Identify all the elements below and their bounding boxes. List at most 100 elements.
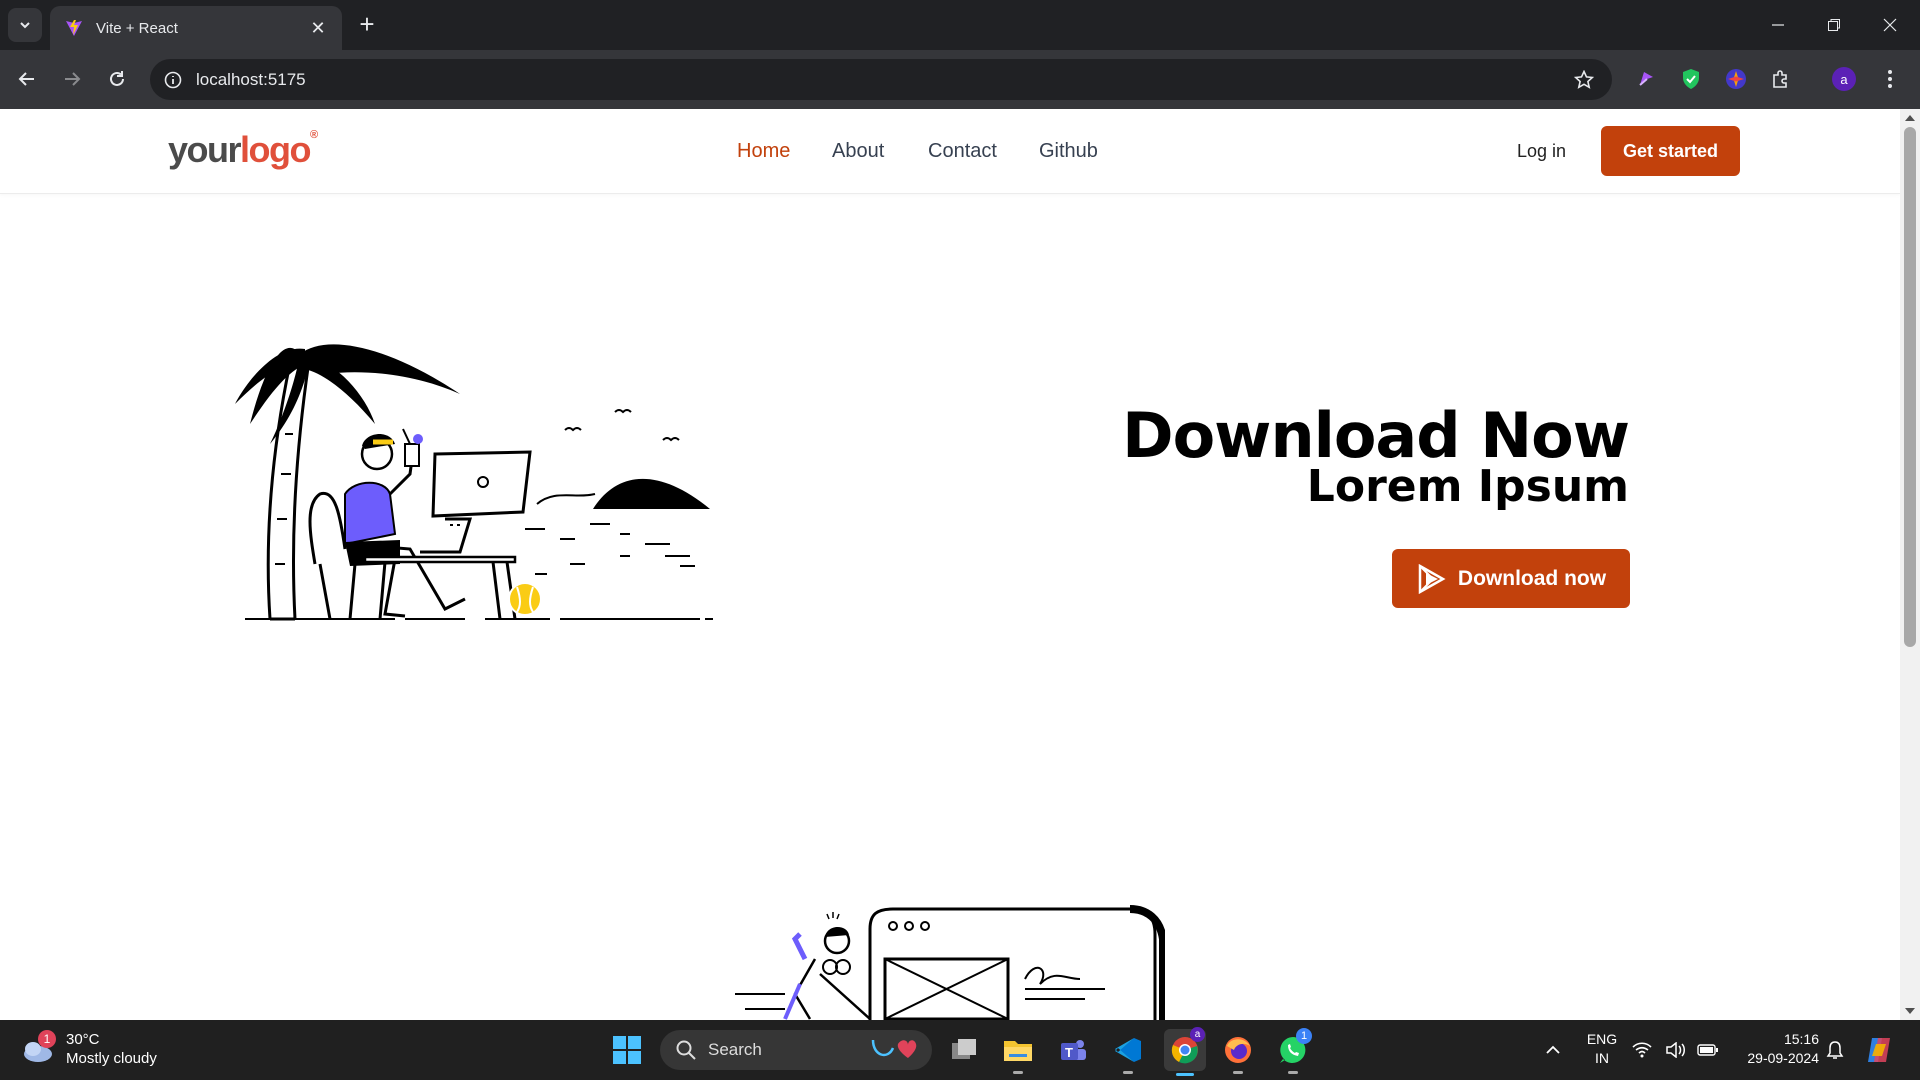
folder-icon	[1004, 1041, 1032, 1061]
restore-button[interactable]	[1806, 0, 1862, 50]
weather-temp: 30°C	[66, 1031, 100, 1048]
back-button[interactable]	[10, 62, 44, 96]
download-now-button[interactable]: Download now	[1392, 549, 1630, 608]
puzzle-icon	[1773, 70, 1787, 88]
browser-menu-button[interactable]	[1878, 63, 1902, 95]
avatar: a	[1832, 67, 1856, 91]
running-indicator	[1013, 1071, 1023, 1074]
page-scrollbar[interactable]	[1900, 109, 1920, 1020]
clock[interactable]: 15:16 29-09-2024	[1733, 1030, 1819, 1068]
wifi-status[interactable]	[1628, 1031, 1656, 1069]
notifications-button[interactable]	[1818, 1031, 1852, 1069]
battery-icon	[1697, 1044, 1718, 1056]
svg-text:T: T	[1065, 1045, 1073, 1060]
reload-icon	[110, 71, 124, 86]
browser-chrome: Vite + React ✕ + localhost:5175 a	[0, 0, 1920, 109]
bookmark-star-icon[interactable]	[1574, 69, 1594, 90]
task-view-icon	[952, 1039, 976, 1059]
bell-icon	[1826, 1041, 1844, 1059]
close-tab-icon[interactable]: ✕	[308, 18, 328, 39]
chrome-profile-badge: a	[1190, 1027, 1205, 1042]
logo-logo: logo	[240, 129, 311, 170]
developer-browser-illustration	[735, 905, 1165, 1020]
chevron-down-icon	[20, 22, 30, 29]
arrow-right-icon	[65, 72, 81, 86]
browser-tab[interactable]: Vite + React ✕	[50, 6, 342, 50]
whatsapp-badge: 1	[1296, 1028, 1312, 1044]
logo-your: your	[168, 129, 242, 170]
login-link[interactable]: Log in	[1517, 141, 1566, 162]
taskbar-search[interactable]: Search	[660, 1030, 932, 1070]
search-placeholder: Search	[708, 1040, 762, 1059]
download-now-label: Download now	[1457, 566, 1607, 590]
nav-about[interactable]: About	[832, 140, 884, 163]
more-vertical-icon	[1888, 70, 1892, 88]
language-code: ENG	[1586, 1031, 1618, 1047]
active-indicator	[1176, 1073, 1194, 1076]
shield-icon	[1683, 69, 1699, 89]
minimize-icon	[1772, 24, 1784, 26]
battery-status[interactable]	[1694, 1031, 1722, 1069]
tab-search-button[interactable]	[8, 8, 42, 42]
search-highlight-icon	[871, 1039, 917, 1058]
running-indicator	[1288, 1071, 1298, 1074]
arrow-left-icon	[18, 72, 34, 86]
start-button[interactable]	[608, 1031, 646, 1069]
url-text[interactable]: localhost:5175	[196, 70, 306, 90]
clock-time: 15:16	[1783, 1031, 1819, 1047]
scroll-down-arrow-icon[interactable]	[1905, 1008, 1915, 1016]
nav-github[interactable]: Github	[1039, 140, 1098, 163]
site-logo[interactable]: yourlogo®	[168, 129, 318, 171]
windows-icon	[613, 1036, 641, 1064]
reload-button[interactable]	[100, 62, 134, 96]
copilot-button[interactable]	[1860, 1031, 1898, 1069]
site-navbar: yourlogo® Home About Contact Github Log …	[0, 109, 1900, 194]
restore-icon	[1828, 19, 1840, 31]
scrollbar-thumb[interactable]	[1904, 127, 1916, 647]
show-hidden-icons-button[interactable]	[1534, 1031, 1572, 1069]
profile-button[interactable]: a	[1828, 63, 1860, 95]
compass-icon	[1726, 69, 1746, 89]
extension-purple-icon	[1639, 72, 1653, 86]
extensions-button[interactable]	[1765, 63, 1797, 95]
close-window-button[interactable]	[1862, 0, 1918, 50]
search-icon	[676, 1040, 696, 1060]
running-indicator	[1123, 1071, 1133, 1074]
site-info-icon[interactable]	[164, 71, 182, 89]
scroll-up-arrow-icon[interactable]	[1905, 113, 1915, 121]
address-bar[interactable]: localhost:5175	[150, 59, 1612, 100]
whatsapp-button[interactable]: 1	[1274, 1028, 1312, 1074]
language-indicator[interactable]: ENG IN	[1584, 1030, 1620, 1068]
task-view-button[interactable]	[945, 1031, 983, 1069]
region-code: IN	[1595, 1050, 1609, 1066]
page-viewport: yourlogo® Home About Contact Github Log …	[0, 109, 1900, 1020]
beach-laptop-illustration	[235, 344, 713, 621]
vscode-icon	[1115, 1038, 1141, 1062]
play-store-icon	[1418, 563, 1446, 594]
new-tab-button[interactable]: +	[352, 10, 382, 40]
close-icon	[1883, 18, 1897, 32]
nav-home[interactable]: Home	[737, 140, 790, 163]
logo-registered-mark: ®	[310, 129, 318, 141]
firefox-button[interactable]	[1219, 1031, 1257, 1074]
hero-subtitle: Lorem Ipsum	[1306, 461, 1629, 512]
extension-purple[interactable]	[1630, 63, 1662, 95]
tab-strip: Vite + React ✕ +	[0, 0, 1920, 50]
minimize-button[interactable]	[1750, 0, 1806, 50]
vscode-button[interactable]	[1109, 1031, 1147, 1074]
extension-shield[interactable]	[1675, 63, 1707, 95]
weather-widget[interactable]: 1 30°C Mostly cloudy	[20, 1030, 157, 1068]
cloudy-weather-icon: 1	[20, 1030, 56, 1064]
chrome-taskbar-button[interactable]: a	[1164, 1027, 1206, 1076]
teams-button[interactable]: T	[1054, 1031, 1092, 1069]
file-explorer-button[interactable]	[999, 1031, 1037, 1074]
get-started-button[interactable]: Get started	[1601, 126, 1740, 176]
volume-status[interactable]	[1662, 1031, 1690, 1069]
tab-title: Vite + React	[96, 19, 178, 37]
extension-compass[interactable]	[1720, 63, 1752, 95]
weather-badge: 1	[38, 1030, 56, 1048]
nav-contact[interactable]: Contact	[928, 140, 997, 163]
clock-date: 29-09-2024	[1747, 1050, 1819, 1066]
forward-button[interactable]	[55, 62, 89, 96]
firefox-icon	[1225, 1037, 1251, 1063]
